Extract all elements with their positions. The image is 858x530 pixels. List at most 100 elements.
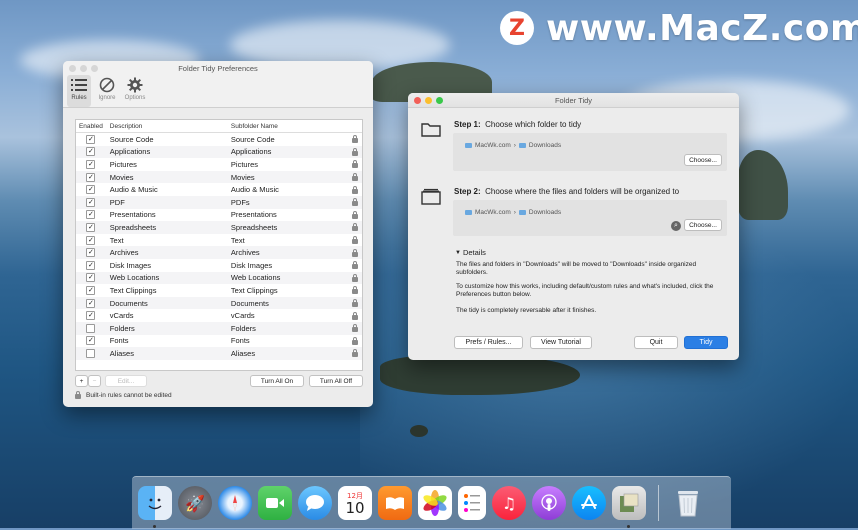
table-row[interactable]: ✓ Spreadsheets Spreadsheets (76, 221, 362, 234)
enabled-checkbox[interactable]: ✓ (86, 210, 96, 220)
choose-source-button[interactable]: Choose... (684, 154, 722, 166)
table-row[interactable]: ✓ Archives Archives (76, 246, 362, 259)
details-paragraph-1: The files and folders in "Downloads" wil… (456, 261, 697, 276)
launchpad-icon[interactable]: 🚀 (178, 486, 212, 520)
subfolder-cell: Disk Images (230, 260, 273, 270)
add-rule-button[interactable]: + (75, 375, 88, 387)
enabled-cell: ✓ (76, 336, 106, 346)
table-row[interactable]: ✓ Movies Movies (76, 170, 362, 184)
calendar-icon[interactable]: 12月 10 (338, 486, 372, 520)
enabled-checkbox[interactable]: ✓ (86, 147, 96, 157)
view-tutorial-button[interactable]: View Tutorial (530, 336, 592, 349)
messages-icon[interactable] (298, 486, 332, 520)
safari-icon[interactable] (218, 486, 252, 520)
details-disclosure[interactable]: ▼ Details (455, 248, 486, 257)
description-cell: PDF (109, 197, 125, 207)
watermark: Z www.MacZ.com (500, 8, 858, 49)
toolbar-ignore[interactable]: Ignore (95, 75, 119, 107)
finder-icon[interactable] (138, 486, 172, 528)
source-path-root[interactable]: MacWk.com (475, 142, 511, 149)
table-row[interactable]: ✓ Audio & Music Audio & Music (76, 183, 362, 196)
magnifier-icon[interactable]: ⌕ (671, 221, 681, 231)
enabled-cell: ✓ (76, 273, 106, 283)
column-description[interactable]: Description (106, 123, 231, 130)
quit-button[interactable]: Quit (634, 336, 678, 349)
enabled-checkbox[interactable]: ✓ (86, 222, 96, 232)
source-path-leaf[interactable]: Downloads (529, 142, 561, 149)
column-subfolder[interactable]: Subfolder Name (231, 123, 348, 130)
column-enabled[interactable]: Enabled (76, 123, 106, 130)
enabled-cell: ✓ (76, 311, 106, 321)
preferences-titlebar[interactable]: Folder Tidy Preferences (63, 61, 373, 75)
table-row[interactable]: ✓ Disk Images Disk Images (76, 259, 362, 272)
subfolder-cell: Pictures (230, 159, 259, 169)
enabled-checkbox[interactable]: ✓ (86, 336, 96, 346)
subfolder-cell: Spreadsheets (230, 222, 278, 232)
enabled-checkbox[interactable]: ✓ (86, 172, 96, 182)
description-cell: Documents (109, 298, 148, 308)
edit-rule-button[interactable]: Edit... (105, 375, 147, 387)
reminders-icon[interactable] (458, 486, 486, 520)
table-row[interactable]: ✓ Source Code Source Code (76, 133, 362, 146)
enabled-checkbox[interactable]: ✓ (86, 311, 96, 321)
podcasts-icon[interactable] (532, 486, 566, 520)
toolbar-options-label: Options (124, 95, 146, 101)
enabled-cell: ✓ (76, 185, 106, 195)
prefs-rules-button[interactable]: Prefs / Rules... (454, 336, 523, 349)
books-icon[interactable] (378, 486, 412, 520)
turn-all-off-button[interactable]: Turn All Off (309, 375, 363, 387)
choose-destination-button[interactable]: Choose... (684, 219, 722, 231)
enabled-checkbox[interactable]: ✓ (86, 273, 96, 283)
table-row[interactable]: ✓ Web Locations Web Locations (76, 271, 362, 285)
enabled-checkbox[interactable]: ✓ (86, 260, 96, 270)
lock-cell (348, 349, 362, 358)
remove-rule-button[interactable]: − (88, 375, 101, 387)
subfolder-cell: Folders (230, 323, 256, 333)
tidy-button[interactable]: Tidy (684, 336, 728, 349)
table-row[interactable]: ✓ Text Text (76, 234, 362, 247)
lock-icon (352, 223, 359, 232)
enabled-checkbox[interactable] (86, 348, 96, 358)
enabled-checkbox[interactable]: ✓ (86, 248, 96, 258)
enabled-cell: ✓ (76, 285, 106, 295)
enabled-checkbox[interactable]: ✓ (86, 197, 96, 207)
destination-path: MacWk.com › Downloads (465, 209, 561, 216)
toolbar-options[interactable]: Options (123, 75, 147, 107)
table-row[interactable]: ✓ PDF PDFs (76, 195, 362, 209)
facetime-icon[interactable] (258, 486, 292, 520)
folder-small-icon (465, 143, 472, 148)
trash-icon[interactable] (671, 486, 705, 520)
table-row[interactable]: ✓ vCards vCards (76, 309, 362, 322)
step2-label: Step 2: Choose where the files and folde… (454, 187, 679, 196)
enabled-checkbox[interactable]: ✓ (86, 159, 96, 169)
table-row[interactable]: ✓ Fonts Fonts (76, 335, 362, 348)
enabled-checkbox[interactable]: ✓ (86, 185, 96, 195)
enabled-checkbox[interactable]: ✓ (86, 134, 96, 144)
lock-icon (352, 273, 359, 282)
destination-path-leaf[interactable]: Downloads (529, 209, 561, 216)
description-cell: Folders (109, 323, 135, 333)
photos-icon[interactable] (418, 486, 452, 520)
destination-path-root[interactable]: MacWk.com (475, 209, 511, 216)
table-row[interactable]: ✓ Applications Applications (76, 145, 362, 159)
music-icon[interactable]: ♫ (492, 486, 526, 520)
table-row[interactable]: ✓ Documents Documents (76, 296, 362, 310)
enabled-checkbox[interactable]: ✓ (86, 235, 96, 245)
turn-all-on-button[interactable]: Turn All On (250, 375, 304, 387)
archive-utility-icon[interactable] (612, 486, 646, 528)
toolbar-rules[interactable]: Rules (67, 75, 91, 107)
main-titlebar[interactable]: Folder Tidy (408, 93, 739, 108)
table-row[interactable]: ✓ Presentations Presentations (76, 209, 362, 222)
toolbar-ignore-label: Ignore (98, 95, 116, 101)
table-row[interactable]: ✓ Pictures Pictures (76, 158, 362, 171)
table-row[interactable]: Folders Folders (76, 321, 362, 335)
lock-icon (352, 236, 359, 245)
step2-prefix: Step 2: (454, 187, 481, 196)
enabled-checkbox[interactable]: ✓ (86, 285, 96, 295)
table-row[interactable]: Aliases Aliases (76, 347, 362, 360)
table-row[interactable]: ✓ Text Clippings Text Clippings (76, 284, 362, 297)
app-store-icon[interactable] (572, 486, 606, 520)
enabled-checkbox[interactable] (86, 323, 96, 333)
lock-cell (348, 147, 362, 156)
enabled-checkbox[interactable]: ✓ (86, 298, 96, 308)
